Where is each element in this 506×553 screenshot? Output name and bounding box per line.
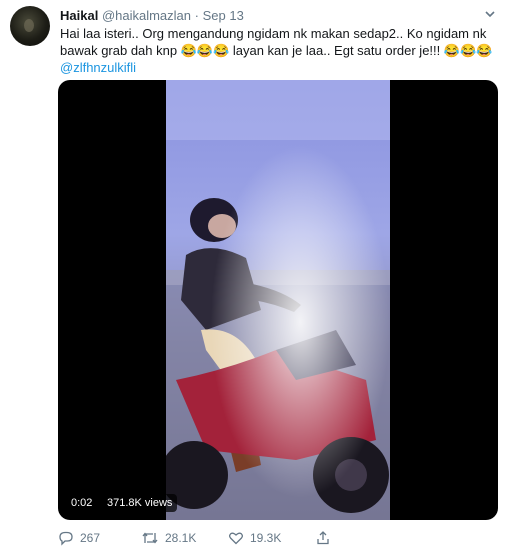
video-frame (166, 80, 390, 520)
like-icon (228, 530, 244, 546)
author-name[interactable]: Haikal (60, 8, 98, 23)
share-icon (315, 530, 331, 546)
separator-dot: · (194, 8, 199, 23)
reply-icon (58, 530, 74, 546)
mention-link[interactable]: @zlfhnzulkifli (60, 60, 136, 75)
like-count: 19.3K (250, 531, 282, 545)
author-handle[interactable]: @haikalmazlan (102, 8, 191, 23)
avatar[interactable] (10, 6, 50, 46)
reply-count: 267 (80, 531, 101, 545)
retweet-button[interactable]: 28.1K (141, 530, 196, 546)
tweet-header: Haikal @haikalmazlan · Sep 13 (60, 8, 244, 23)
reply-button[interactable]: 267 (58, 530, 100, 546)
caret-down-icon[interactable] (484, 8, 496, 23)
tweet-text: Hai laa isteri.. Org mengandung ngidam n… (60, 25, 496, 76)
video-player[interactable]: 0:02 371.8K views (58, 80, 498, 520)
tweet: Haikal @haikalmazlan · Sep 13 Hai laa is… (0, 0, 506, 553)
video-views: 371.8K views (102, 494, 178, 512)
tweet-date[interactable]: Sep 13 (203, 8, 244, 23)
video-time: 0:02 (66, 494, 98, 512)
share-button[interactable] (315, 530, 331, 546)
like-button[interactable]: 19.3K (228, 530, 281, 546)
tweet-actions: 267 28.1K 19.3K (58, 530, 498, 550)
retweet-count: 28.1K (165, 531, 197, 545)
retweet-icon (141, 530, 159, 546)
tweet-body: Hai laa isteri.. Org mengandung ngidam n… (60, 26, 493, 58)
